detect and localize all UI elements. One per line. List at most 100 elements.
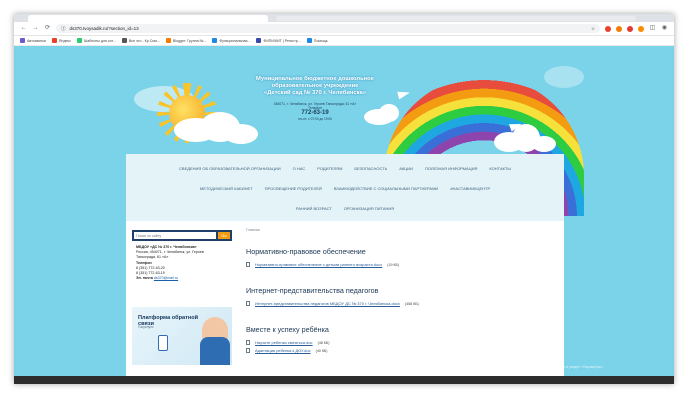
email-link[interactable]: ds370@mail.ru [154, 276, 178, 280]
content-section: Нормативно-правовое обеспечение Норматив… [246, 247, 556, 267]
content-panel: СВЕДЕНИЯ ОБ ОБРАЗОВАТЕЛЬНОЙ ОРГАНИЗАЦИИ … [126, 154, 564, 384]
extension-icon[interactable] [638, 25, 644, 32]
search-button[interactable]: Go [218, 232, 230, 239]
menu-row: СВЕДЕНИЯ ОБ ОБРАЗОВАТЕЛЬНОЙ ОРГАНИЗАЦИИ … [126, 158, 564, 178]
cloud-decoration [224, 124, 258, 144]
extension-icon[interactable] [627, 25, 633, 32]
star-icon[interactable]: ☆ [591, 26, 595, 32]
bookmark-item[interactable]: Все что - Кр.Сим... [121, 38, 160, 43]
menu-item[interactable]: РАННИЙ ВОЗРАСТ [296, 206, 332, 211]
puzzle-icon[interactable]: ◫ [649, 25, 656, 32]
menu-row: РАННИЙ ВОЗРАСТ ОРГАНИЗАЦИЯ ПИТАНИЯ [126, 198, 564, 218]
menu-item[interactable]: #НАСТАВНИКЦЕНТР [450, 186, 490, 191]
banner-subtitle: Госуслуги [138, 325, 154, 330]
bookmark-icon [256, 38, 262, 43]
taskbar-strip [14, 376, 674, 384]
document-item: Нормативно-правовое обеспечение с детьми… [246, 262, 556, 267]
file-size: (48 КБ) [317, 340, 330, 345]
menu-item[interactable]: ПОЛЕЗНАЯ ИНФОРМАЦИЯ [425, 166, 477, 171]
document-icon [246, 301, 250, 306]
bookmark-item[interactable]: Blogger: Группа №... [165, 38, 206, 43]
menu-item[interactable]: МЕТОДИЧЕСКИЙ КАБИНЕТ [200, 186, 253, 191]
section-title: Нормативно-правовое обеспечение [246, 247, 366, 256]
file-size: (458 КБ) [404, 301, 419, 306]
reload-icon[interactable]: ⟳ [44, 25, 51, 32]
bookmark-item[interactable]: Шаблоны для кот... [76, 38, 116, 43]
bookmark-item[interactable]: ФИПИ/КИТ | Регистр... [256, 38, 301, 43]
menu-item[interactable]: БЕЗОПАСНОСТЬ [354, 166, 387, 171]
breadcrumb[interactable]: Главная [246, 228, 556, 232]
document-link[interactable]: Научите ребенка смеяться.doc [255, 340, 313, 345]
forward-icon[interactable]: → [32, 25, 39, 32]
bookmark-item[interactable]: Автозвонки [20, 38, 46, 43]
browser-window: ← → ⟳ ⓘ ds370.tvoysadik.ru/?section_id=1… [14, 14, 674, 384]
address-row: ← → ⟳ ⓘ ds370.tvoysadik.ru/?section_id=1… [14, 22, 674, 36]
section-title: Вместе к успеху ребёнка [246, 325, 329, 334]
back-icon[interactable]: ← [20, 25, 27, 32]
search-form: Go [132, 230, 232, 241]
menu-item[interactable]: ВЗАИМОДЕЙСТВИЕ С СОЦИАЛЬНЫМИ ПАРТНЕРАМИ [334, 186, 438, 191]
bookmark-item[interactable]: Помощь [306, 38, 328, 43]
windows-activation-watermark: Активация Windows Чтобы активировать Win… [500, 358, 604, 370]
phones-label: Телефон [136, 260, 152, 265]
file-size: (40 КБ) [315, 348, 328, 353]
site-title-line: «Детский сад № 370 г. Челябинска» [264, 90, 366, 96]
document-link[interactable]: Нормативно-правовое обеспечение с детьми… [255, 262, 382, 267]
smartphone-icon [158, 335, 168, 352]
site-title-line: Муниципальное бюджетное дошкольное [256, 76, 374, 82]
sidebar: Go МБДОУ «ДС № 370 г. Челябинска» Россия… [132, 230, 232, 366]
menu-item[interactable]: ПРОСВЕЩЕНИЕ РОДИТЕЛЕЙ [265, 186, 322, 191]
address-bar[interactable]: ⓘ ds370.tvoysadik.ru/?section_id=13 ☆ [56, 24, 600, 33]
bookmark-item[interactable]: Яндекс [51, 38, 71, 43]
site-info-icon[interactable]: ⓘ [61, 26, 66, 32]
bookmark-icon [51, 38, 57, 43]
bookmark-icon [76, 38, 82, 43]
bird-decoration [397, 88, 411, 100]
menu-item[interactable]: КОНТАКТЫ [489, 166, 511, 171]
section-title: Интернет-представительства педагогов [246, 286, 379, 295]
bookmark-icon [20, 38, 25, 43]
document-icon [246, 262, 250, 267]
bookmark-item[interactable]: Функциональная... [212, 38, 250, 43]
menu-item[interactable]: О НАС [293, 166, 306, 171]
site-header-brand: Муниципальное бюджетное дошкольное образ… [240, 76, 390, 121]
profile-icon[interactable]: ◉ [661, 25, 668, 32]
main-menu: СВЕДЕНИЯ ОБ ОБРАЗОВАТЕЛЬНОЙ ОРГАНИЗАЦИИ … [126, 154, 564, 221]
header-hours: пн–пт: с 07:00 до 19:00 [297, 117, 333, 121]
menu-item[interactable]: СВЕДЕНИЯ ОБ ОБРАЗОВАТЕЛЬНОЙ ОРГАНИЗАЦИИ [179, 166, 281, 171]
menu-item[interactable]: АКЦИИ [399, 166, 413, 171]
bookmark-icon [121, 38, 127, 43]
header-phone: 772-63-19 [301, 110, 329, 116]
search-input[interactable] [134, 232, 216, 239]
site-title-line: образовательное учреждение [271, 83, 359, 89]
feedback-banner[interactable]: Платформа обратной связи Госуслуги [132, 307, 232, 366]
document-link[interactable]: Интернет-представительства педагогов МБД… [255, 301, 400, 306]
bookmark-icon [212, 38, 218, 43]
content-section: Вместе к успеху ребёнка Научите ребенка … [246, 325, 556, 353]
bookmarks-bar: Автозвонки Яндекс Шаблоны для кот... Все… [14, 36, 674, 46]
menu-row: МЕТОДИЧЕСКИЙ КАБИНЕТ ПРОСВЕЩЕНИЕ РОДИТЕЛ… [126, 178, 564, 198]
menu-item[interactable]: ОРГАНИЗАЦИЯ ПИТАНИЯ [344, 206, 394, 211]
cloud-decoration [544, 66, 584, 88]
extension-icon[interactable] [616, 25, 622, 32]
person-illustration [200, 317, 230, 366]
main-content: Главная Нормативно-правовое обеспечение … [246, 228, 556, 372]
document-link[interactable]: Адаптация ребенка к ДОУ.doc [255, 348, 311, 353]
document-item: Адаптация ребенка к ДОУ.doc (40 КБ) [246, 348, 556, 353]
bookmark-icon [306, 38, 312, 43]
inactive-tab[interactable] [276, 16, 636, 21]
document-icon [246, 340, 250, 345]
bookmark-icon [165, 38, 171, 43]
cloud-decoration [532, 136, 556, 152]
active-tab[interactable] [28, 15, 268, 22]
watermark-subtitle: Чтобы активировать Windows, перейдите в … [500, 365, 604, 369]
menu-item[interactable]: РОДИТЕЛЯМ [317, 166, 342, 171]
document-item: Научите ребенка смеяться.doc (48 КБ) [246, 340, 556, 345]
file-size: (19 КБ) [387, 262, 400, 267]
extension-icon[interactable] [605, 25, 611, 32]
tab-strip [14, 14, 674, 22]
document-icon [246, 348, 250, 353]
org-name: МБДОУ «ДС № 370 г. Челябинска» [136, 245, 197, 249]
url-text: ds370.tvoysadik.ru/?section_id=13 [69, 26, 139, 31]
page-viewport: Муниципальное бюджетное дошкольное образ… [14, 46, 674, 384]
